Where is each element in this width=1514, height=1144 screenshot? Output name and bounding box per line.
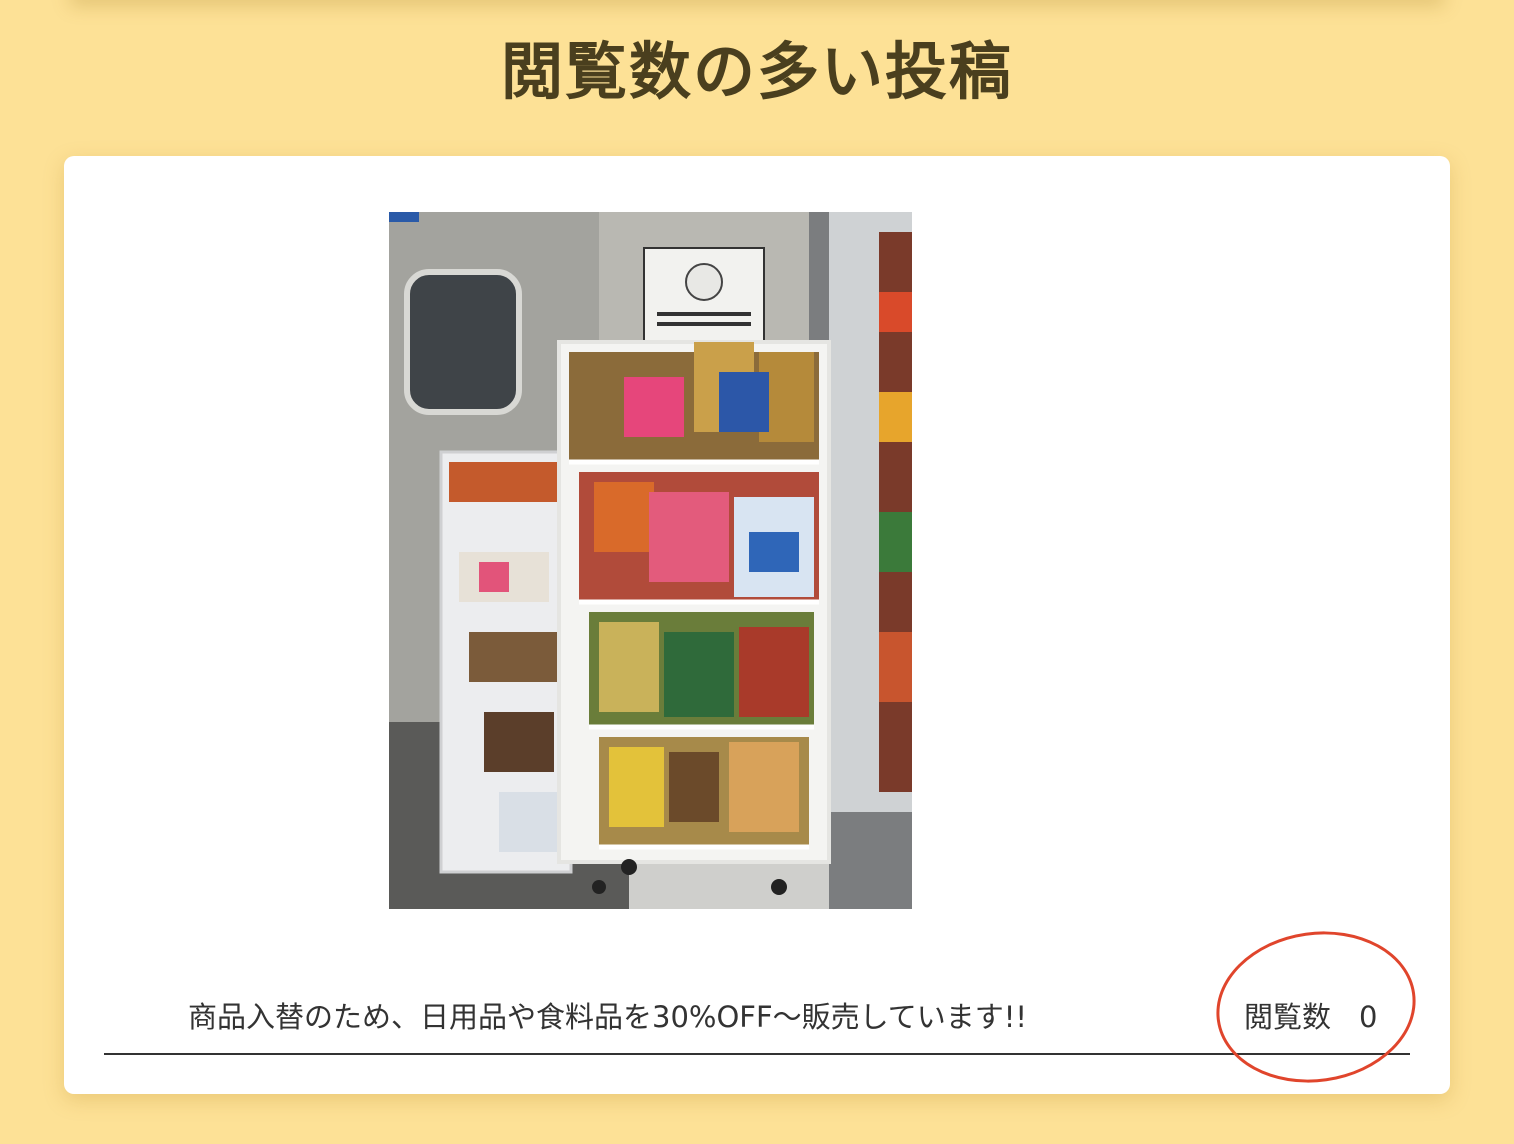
post-card[interactable]: 商品入替のため、日用品や食料品を30%OFF〜販売しています!! 閲覧数 0 (64, 156, 1450, 1094)
view-count: 閲覧数 0 (1244, 994, 1377, 1036)
view-count-value: 0 (1359, 1000, 1378, 1034)
view-count-label: 閲覧数 (1244, 1000, 1332, 1034)
post-footer: 商品入替のため、日用品や食料品を30%OFF〜販売しています!! 閲覧数 0 (104, 986, 1410, 1055)
post-caption[interactable]: 商品入替のため、日用品や食料品を30%OFF〜販売しています!! (188, 994, 1027, 1036)
page-title: 閲覧数の多い投稿 (500, 35, 1013, 108)
post-image[interactable] (389, 212, 912, 909)
